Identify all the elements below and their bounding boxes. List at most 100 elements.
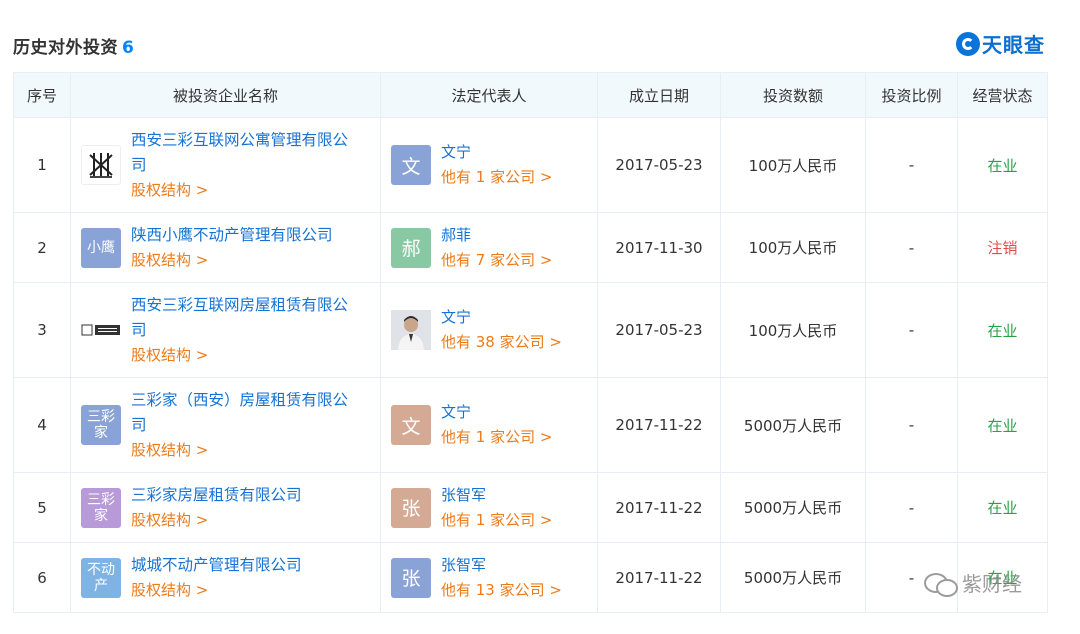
company-logo[interactable]: 三彩家 — [81, 487, 121, 528]
rep-companies-link[interactable]: 他有 13 家公司 > — [441, 578, 562, 603]
rep-companies-link[interactable]: 他有 7 家公司 > — [441, 248, 552, 273]
table-row: 4 三彩家 三彩家（西安）房屋租赁有限公 司 股权结构 > 文 文宁 他有 1 … — [13, 377, 1048, 473]
legal-rep-cell: 张 张智军 他有 13 家公司 > — [380, 542, 598, 613]
section-title-text: 历史对外投资 — [13, 38, 118, 58]
founded-date: 2017-05-23 — [597, 282, 721, 378]
equity-structure-link[interactable]: 股权结构 > — [131, 248, 333, 273]
company-cell: 不动产 城城不动产管理有限公司 股权结构 > — [70, 542, 381, 613]
founded-date: 2017-11-30 — [597, 212, 721, 283]
company-cell: 西安三彩互联网房屋租赁有限公 司 股权结构 > — [70, 282, 381, 378]
company-logo-icon — [81, 324, 120, 336]
status-badge: 在业 — [957, 472, 1048, 543]
equity-structure-link[interactable]: 股权结构 > — [131, 178, 348, 203]
table-row: 3 西安三彩互联网房屋租赁有限公 司 股权结构 > 文宁 他有 38 家公司 >… — [13, 282, 1048, 378]
company-logo[interactable]: 三彩家 — [81, 405, 121, 445]
legal-rep-cell: 文 文宁 他有 1 家公司 > — [380, 377, 598, 473]
status-badge: 在业 — [957, 377, 1048, 473]
page: 历史对外投资 6 天眼查 序号 被投资企业名称 法定代表人 成立日期 投资数额 投… — [0, 0, 1080, 634]
rep-avatar[interactable]: 张 — [391, 557, 431, 598]
rep-avatar[interactable]: 郝 — [391, 227, 431, 268]
company-cell: 小鹰 陕西小鹰不动产管理有限公司 股权结构 > — [70, 212, 381, 283]
section-count: 6 — [122, 38, 135, 58]
wechat-icon — [922, 570, 958, 597]
investment-ratio: - — [865, 117, 958, 213]
watermark: 紫财经 — [922, 568, 1022, 597]
equity-structure-link[interactable]: 股权结构 > — [131, 578, 302, 603]
company-name-link[interactable]: 城城不动产管理有限公司 — [131, 553, 302, 578]
rep-name-link[interactable]: 文宁 — [441, 400, 552, 425]
investment-amount: 100万人民币 — [720, 282, 866, 378]
investment-ratio: - — [865, 472, 958, 543]
table-row: 6 不动产 城城不动产管理有限公司 股权结构 > 张 张智军 他有 13 家公司… — [13, 542, 1048, 613]
col-header-ratio: 投资比例 — [865, 72, 958, 118]
company-cell: 西安三彩互联网公寓管理有限公 司 股权结构 > — [70, 117, 381, 213]
rep-companies-link[interactable]: 他有 1 家公司 > — [441, 508, 552, 533]
legal-rep-cell: 文宁 他有 38 家公司 > — [380, 282, 598, 378]
rep-avatar[interactable]: 文 — [391, 145, 431, 185]
company-name-link[interactable]: 西安三彩互联网房屋租赁有限公 司 — [131, 293, 348, 343]
investment-amount: 100万人民币 — [720, 117, 866, 213]
col-header-legal-rep: 法定代表人 — [380, 72, 598, 118]
status-badge: 在业 — [957, 117, 1048, 213]
investment-ratio: - — [865, 377, 958, 473]
table-header-row: 序号 被投资企业名称 法定代表人 成立日期 投资数额 投资比例 经营状态 — [13, 72, 1048, 118]
founded-date: 2017-11-22 — [597, 377, 721, 473]
equity-structure-link[interactable]: 股权结构 > — [131, 343, 348, 368]
investment-amount: 5000万人民币 — [720, 472, 866, 543]
company-logo-image[interactable] — [81, 145, 121, 185]
col-header-company: 被投资企业名称 — [70, 72, 381, 118]
row-index: 1 — [13, 117, 71, 213]
founded-date: 2017-05-23 — [597, 117, 721, 213]
col-header-amount: 投资数额 — [720, 72, 866, 118]
investment-ratio: - — [865, 282, 958, 378]
table-row: 1 西安三彩互联网公寓管理有限公 司 股权结构 > 文 文宁 他有 1 家公司 … — [13, 117, 1048, 213]
status-badge: 注销 — [957, 212, 1048, 283]
equity-structure-link[interactable]: 股权结构 > — [131, 508, 302, 533]
company-logo-image[interactable] — [81, 310, 121, 350]
rep-avatar[interactable]: 文 — [391, 405, 431, 445]
company-name-line: 司 — [131, 320, 147, 339]
company-cell: 三彩家 三彩家（西安）房屋租赁有限公 司 股权结构 > — [70, 377, 381, 473]
company-name-link[interactable]: 三彩家（西安）房屋租赁有限公 司 — [131, 388, 348, 438]
company-name-line: 司 — [131, 415, 147, 434]
company-logo[interactable]: 小鹰 — [81, 227, 121, 268]
col-header-index: 序号 — [13, 72, 71, 118]
investment-amount: 100万人民币 — [720, 212, 866, 283]
rep-companies-link[interactable]: 他有 1 家公司 > — [441, 165, 552, 190]
rep-companies-link[interactable]: 他有 1 家公司 > — [441, 425, 552, 450]
company-name-link[interactable]: 三彩家房屋租赁有限公司 — [131, 483, 302, 508]
company-name-line: 三彩家（西安）房屋租赁有限公 — [131, 390, 349, 409]
rep-avatar[interactable]: 张 — [391, 487, 431, 528]
col-header-date: 成立日期 — [597, 72, 721, 118]
legal-rep-cell: 张 张智军 他有 1 家公司 > — [380, 472, 598, 543]
watermark-text: 紫财经 — [962, 572, 1022, 596]
rep-name-link[interactable]: 张智军 — [441, 483, 552, 508]
person-photo-icon — [391, 310, 431, 350]
rep-name-link[interactable]: 文宁 — [441, 140, 552, 165]
founded-date: 2017-11-22 — [597, 472, 721, 543]
rep-name-link[interactable]: 郝菲 — [441, 223, 552, 248]
brand-logo[interactable]: 天眼查 — [956, 29, 1045, 58]
row-index: 5 — [13, 472, 71, 543]
col-header-status: 经营状态 — [957, 72, 1048, 118]
section-title: 历史对外投资 6 — [13, 33, 134, 58]
company-name-link[interactable]: 西安三彩互联网公寓管理有限公 司 — [131, 128, 348, 178]
rep-name-link[interactable]: 文宁 — [441, 305, 562, 330]
company-name-link[interactable]: 陕西小鹰不动产管理有限公司 — [131, 223, 333, 248]
company-name-line: 西安三彩互联网公寓管理有限公 — [131, 130, 349, 149]
company-name-line: 司 — [131, 155, 147, 174]
rep-avatar-photo[interactable] — [391, 310, 431, 350]
row-index: 3 — [13, 282, 71, 378]
company-logo[interactable]: 不动产 — [81, 557, 121, 598]
rep-companies-link[interactable]: 他有 38 家公司 > — [441, 330, 562, 355]
table-row: 2 小鹰 陕西小鹰不动产管理有限公司 股权结构 > 郝 郝菲 他有 7 家公司 … — [13, 212, 1048, 283]
row-index: 4 — [13, 377, 71, 473]
equity-structure-link[interactable]: 股权结构 > — [131, 438, 348, 463]
rep-name-link[interactable]: 张智军 — [441, 553, 562, 578]
company-logo-icon — [89, 153, 113, 178]
row-index: 6 — [13, 542, 71, 613]
founded-date: 2017-11-22 — [597, 542, 721, 613]
investment-table: 序号 被投资企业名称 法定代表人 成立日期 投资数额 投资比例 经营状态 1 西… — [13, 72, 1048, 613]
tianyancha-icon — [956, 31, 980, 56]
company-name-line: 西安三彩互联网房屋租赁有限公 — [131, 295, 349, 314]
